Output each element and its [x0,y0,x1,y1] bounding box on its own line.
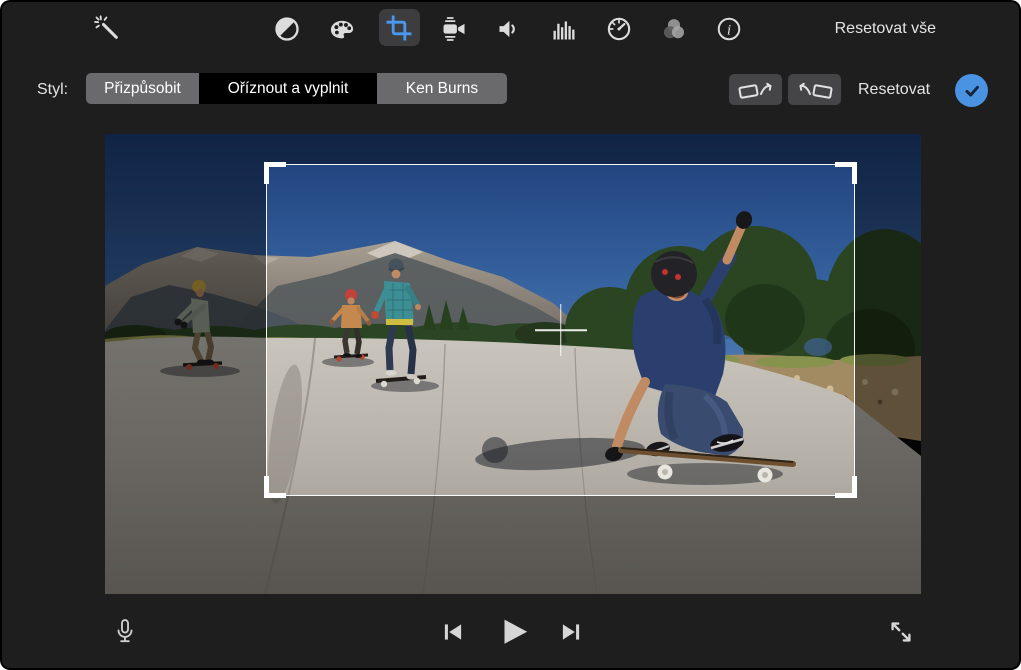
style-option-ken-burns[interactable]: Ken Burns [377,73,507,104]
style-option-fit[interactable]: Přizpůsobit [86,73,199,104]
fullscreen-icon [891,622,911,642]
crop-handle-bottom-right[interactable] [835,476,857,498]
volume-icon[interactable] [496,15,524,43]
rotate-clockwise-icon [799,82,833,99]
microphone-icon [117,619,133,643]
info-icon[interactable]: i [715,15,743,43]
crop-handle-top-left[interactable] [264,162,286,184]
play-button[interactable] [496,613,530,649]
color-balance-icon[interactable] [273,15,301,43]
imovie-adjust-window: i Resetovat vše Styl: Přizpůsobit Ořízno… [0,0,1021,670]
fullscreen-button[interactable] [887,617,915,647]
stabilization-camera-icon[interactable] [440,15,468,43]
next-frame-button[interactable] [557,618,585,646]
rotate-counterclockwise-icon [737,82,771,99]
color-palette-icon[interactable] [328,15,356,43]
next-frame-icon [562,624,580,640]
style-segmented-control: Přizpůsobit Oříznout a vyplnit Ken Burns [86,73,507,104]
play-icon [504,619,528,644]
window-background: i Resetovat vše Styl: Přizpůsobit Ořízno… [2,2,1019,668]
rotate-counterclockwise-button[interactable] [729,74,782,105]
crop-handle-bottom-left[interactable] [264,476,286,498]
reset-all-button[interactable]: Resetovat vše [835,20,936,38]
rotate-clockwise-button[interactable] [788,74,841,105]
audio-equalizer-icon[interactable] [550,15,578,43]
color-filters-icon[interactable] [660,15,688,43]
magic-wand-icon[interactable] [93,14,121,42]
crop-icon[interactable] [385,14,413,42]
reset-crop-label: Resetovat [858,81,931,98]
confirm-crop-button[interactable] [955,74,988,107]
crop-handle-top-right[interactable] [835,162,857,184]
microphone-button[interactable] [111,616,139,648]
previous-frame-button[interactable] [439,618,467,646]
svg-text:i: i [727,21,731,38]
video-preview[interactable] [105,134,921,594]
crop-selection[interactable] [264,162,857,498]
style-label: Styl: [37,81,69,98]
previous-frame-icon [444,624,462,640]
speed-icon[interactable] [605,15,633,43]
crop-center-crosshair-vertical [559,304,562,356]
checkmark-icon [964,85,979,97]
style-option-crop-to-fill[interactable]: Oříznout a vyplnit [199,73,377,104]
